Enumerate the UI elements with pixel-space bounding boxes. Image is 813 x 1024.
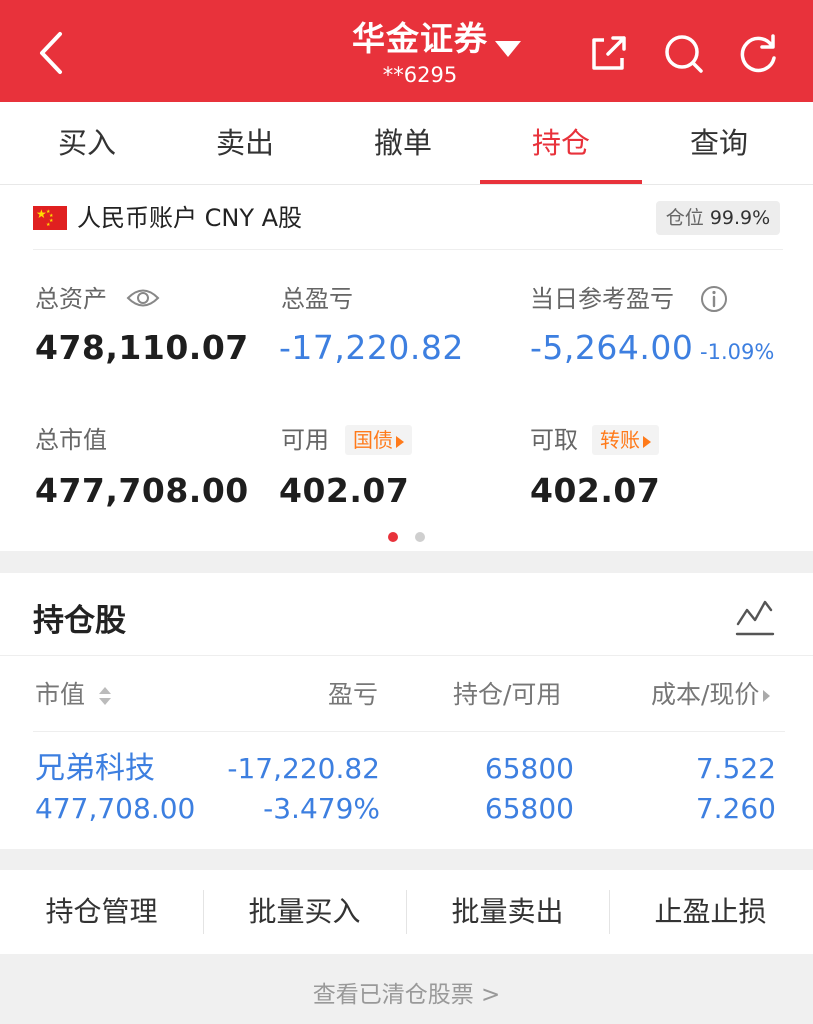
- eye-icon[interactable]: [126, 287, 160, 309]
- caret-down-icon[interactable]: [495, 41, 521, 57]
- tab-holdings[interactable]: 持仓: [480, 102, 642, 184]
- daily-pnl-percent: -1.09%: [700, 340, 775, 364]
- caret-right-icon: [763, 690, 771, 702]
- treasury-bond-button[interactable]: 国债: [345, 425, 412, 455]
- divider: [33, 249, 783, 250]
- position-ratio-badge: 仓位 99.9%: [656, 201, 780, 235]
- transfer-button[interactable]: 转账: [592, 425, 659, 455]
- market-value-label: 总市值: [35, 426, 107, 454]
- available-label: 可用: [281, 426, 329, 454]
- stock-cost: 7.522: [695, 752, 776, 785]
- transfer-label: 转账: [600, 428, 640, 452]
- column-cost-price-label: 成本/现价: [651, 680, 760, 709]
- take-profit-stop-loss-button[interactable]: 止盈止损: [609, 870, 812, 954]
- holdings-action-bar: 持仓管理 批量买入 批量卖出 止盈止损: [0, 870, 813, 954]
- available-value: 402.07: [279, 471, 410, 510]
- account-number: **6295: [382, 63, 458, 87]
- trade-tabs: 买入 卖出 撤单 持仓 查询: [0, 102, 813, 185]
- total-pnl-value: -17,220.82: [279, 328, 464, 367]
- page-dot-active[interactable]: [388, 532, 398, 542]
- account-summary-card: ★ ★ ★ ★ ★ 人民币账户 CNY A股 仓位 99.9% 总资产 478,…: [0, 185, 813, 551]
- stock-market-value: 477,708.00: [35, 792, 196, 825]
- search-icon[interactable]: [662, 32, 706, 76]
- info-icon[interactable]: [700, 285, 728, 313]
- batch-sell-button[interactable]: 批量卖出: [406, 870, 609, 954]
- divider: [0, 655, 813, 656]
- trend-chart-icon[interactable]: [733, 596, 777, 640]
- page-dot[interactable]: [415, 532, 425, 542]
- refresh-icon[interactable]: [736, 32, 780, 76]
- holdings-section: 持仓股 市值 盈亏 持仓/可用 成本/现价 兄弟科技 -17,220.82 65…: [0, 573, 813, 849]
- column-position: 持仓/可用: [453, 680, 562, 709]
- tab-query[interactable]: 查询: [638, 102, 800, 184]
- sort-icon: [98, 687, 111, 705]
- column-market-value-label: 市值: [35, 680, 86, 709]
- app-header: 华金证券 **6295: [0, 0, 813, 102]
- back-icon[interactable]: [30, 28, 74, 78]
- divider: [33, 731, 785, 732]
- share-icon[interactable]: [586, 32, 630, 76]
- view-cleared-stocks-link[interactable]: 查看已清仓股票 >: [0, 975, 813, 1015]
- column-market-value[interactable]: 市值: [35, 677, 113, 713]
- stock-pnl-percent: -3.479%: [263, 792, 380, 825]
- active-tab-indicator: [480, 180, 642, 184]
- china-flag-icon: ★ ★ ★ ★ ★: [33, 206, 67, 230]
- treasury-bond-label: 国债: [353, 428, 393, 452]
- currency-account-label: 人民币账户 CNY A股: [77, 204, 303, 232]
- position-management-button[interactable]: 持仓管理: [0, 870, 203, 954]
- stock-available: 65800: [484, 792, 574, 825]
- withdrawable-value: 402.07: [530, 471, 661, 510]
- market-value-value: 477,708.00: [35, 471, 249, 510]
- stock-price: 7.260: [695, 792, 776, 825]
- position-ratio-label: 仓位: [665, 207, 704, 229]
- holdings-title: 持仓股: [33, 603, 126, 639]
- column-pnl: 盈亏: [328, 680, 379, 709]
- stock-position: 65800: [484, 752, 574, 785]
- play-arrow-icon: [396, 435, 404, 448]
- position-ratio-value: 99.9%: [709, 207, 771, 229]
- column-cost-price[interactable]: 成本/现价: [651, 677, 771, 713]
- tab-buy[interactable]: 买入: [6, 102, 168, 184]
- total-pnl-label: 总盈亏: [281, 285, 353, 313]
- daily-pnl-label: 当日参考盈亏: [530, 285, 674, 313]
- tab-cancel[interactable]: 撤单: [322, 102, 484, 184]
- play-arrow-icon: [643, 435, 651, 448]
- total-assets-value: 478,110.07: [35, 328, 249, 367]
- total-assets-label: 总资产: [35, 285, 107, 313]
- daily-pnl-value: -5,264.00: [530, 328, 694, 367]
- withdrawable-label: 可取: [530, 426, 578, 454]
- tab-sell[interactable]: 卖出: [164, 102, 326, 184]
- stock-name: 兄弟科技: [35, 751, 155, 786]
- batch-buy-button[interactable]: 批量买入: [203, 870, 406, 954]
- stock-pnl: -17,220.82: [227, 752, 380, 785]
